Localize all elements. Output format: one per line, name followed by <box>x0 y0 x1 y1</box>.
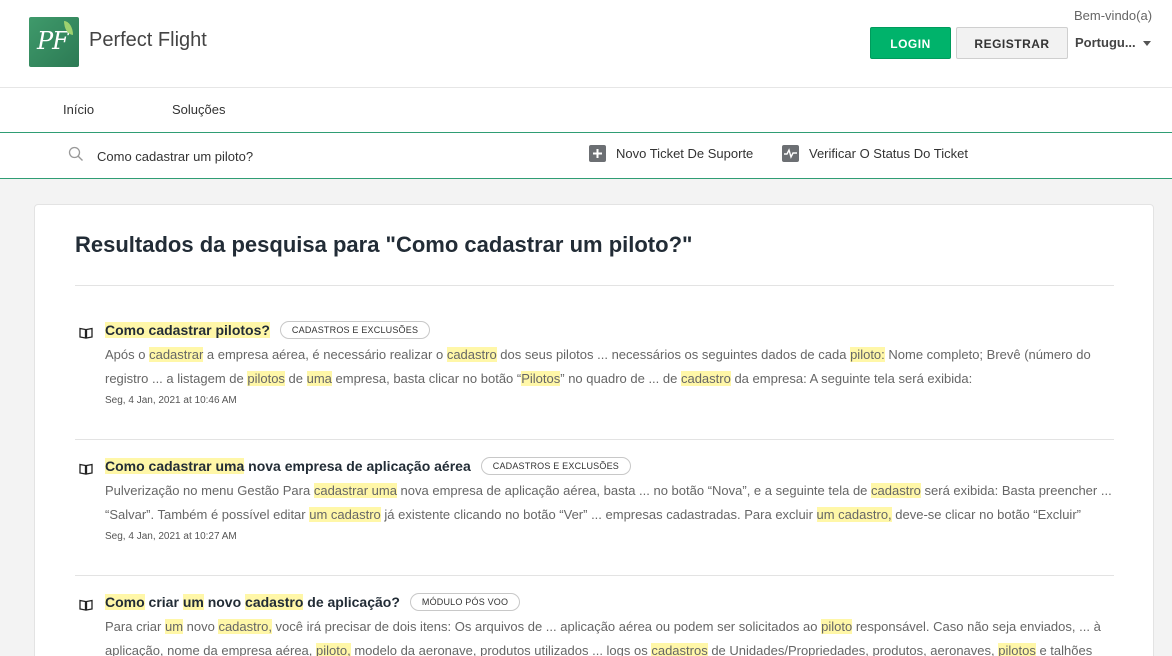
highlighted-term: cadastro <box>680 371 731 386</box>
text-segment: de aplicação? <box>303 594 400 610</box>
text-segment: modelo da aeronave, produtos utilizados … <box>350 643 652 656</box>
highlighted-term: um <box>182 594 204 610</box>
main-nav: Início Soluções <box>0 88 1172 133</box>
nav-item-inicio[interactable]: Início <box>63 102 94 117</box>
text-segment: nova empresa de aplicação aérea, basta .… <box>396 483 872 498</box>
pulse-icon <box>782 145 799 162</box>
nav-item-solucoes[interactable]: Soluções <box>172 102 225 117</box>
login-button[interactable]: LOGIN <box>870 27 951 59</box>
text-segment: Para criar <box>105 619 165 634</box>
category-tag[interactable]: Módulo pós voo <box>409 593 521 611</box>
highlighted-term: Como <box>105 594 145 610</box>
divider <box>75 285 1114 286</box>
result-title[interactable]: Como cadastrar uma nova empresa de aplic… <box>105 458 471 474</box>
logo-text: PF <box>37 27 69 55</box>
text-segment: você irá precisar de dois itens: Os arqu… <box>271 619 822 634</box>
welcome-text: Bem-vindo(a) <box>1074 8 1153 23</box>
text-segment: deve-se clicar no botão “Excluir” <box>891 507 1081 522</box>
highlighted-term: um cadastro <box>309 507 381 522</box>
text-segment: ” no quadro de ... de <box>560 371 681 386</box>
text-segment: a empresa aérea, é necessário realizar o <box>203 347 447 362</box>
logo[interactable]: PF <box>29 17 79 67</box>
brand-name[interactable]: Perfect Flight <box>89 29 207 52</box>
divider <box>75 575 1114 576</box>
text-segment: de <box>284 371 307 386</box>
text-segment: e talhões <box>1035 643 1093 656</box>
highlighted-term: cadastro <box>446 347 497 362</box>
highlighted-term: pilotos <box>247 371 285 386</box>
result-snippet: Após o cadastrar a empresa aérea, é nece… <box>105 343 1115 391</box>
results-title: Resultados da pesquisa para "Como cadast… <box>75 232 693 257</box>
check-status-label: Verificar O Status Do Ticket <box>809 146 968 161</box>
category-tag[interactable]: Cadastros e exclusões <box>279 321 431 339</box>
category-tag[interactable]: Cadastros e exclusões <box>480 457 631 475</box>
result-date: Seg, 4 Jan, 2021 at 10:46 AM <box>105 395 237 406</box>
search-icon <box>68 146 83 161</box>
text-segment: criar <box>144 594 183 610</box>
highlighted-term: piloto <box>821 619 853 634</box>
text-segment: Pulverização no menu Gestão Para <box>105 483 314 498</box>
highlighted-term: Pilotos <box>521 371 561 386</box>
search-input[interactable] <box>97 145 537 167</box>
highlighted-term: um cadastro, <box>816 507 892 522</box>
highlighted-term: cadastro <box>245 594 304 610</box>
highlighted-term: pilotos <box>998 643 1036 656</box>
results-card: Resultados da pesquisa para "Como cadast… <box>34 204 1154 656</box>
language-selector[interactable]: Portugu... <box>1075 35 1136 50</box>
text-segment: dos seus pilotos ... necessários os segu… <box>496 347 851 362</box>
book-icon <box>79 463 93 475</box>
text-segment: já existente clicando no botão “Ver” ...… <box>380 507 817 522</box>
highlighted-term: cadastro <box>871 483 921 498</box>
text-segment: novo <box>183 619 219 634</box>
new-ticket-link[interactable]: Novo Ticket De Suporte <box>589 145 753 162</box>
text-segment: Após o <box>105 347 150 362</box>
text-segment: da empresa: A seguinte tela será exibida… <box>730 371 973 386</box>
search-bar: Novo Ticket De Suporte Verificar O Statu… <box>0 133 1172 179</box>
register-button[interactable]: REGISTRAR <box>956 27 1068 59</box>
text-segment: de Unidades/Propriedades, produtos, aero… <box>707 643 999 656</box>
highlighted-term: piloto: <box>850 347 885 362</box>
header: PF Perfect Flight Bem-vindo(a) LOGIN REG… <box>0 0 1172 88</box>
new-ticket-label: Novo Ticket De Suporte <box>616 146 754 161</box>
highlighted-term: cadastros <box>651 643 708 656</box>
highlighted-term: cadastro, <box>218 619 272 634</box>
highlighted-term: uma <box>306 371 332 386</box>
text-segment: novo <box>203 594 246 610</box>
highlighted-term: Como cadastrar pilotos? <box>105 322 270 338</box>
highlighted-term: Como cadastrar uma <box>105 458 245 474</box>
result-title[interactable]: Como criar um novo cadastro de aplicação… <box>105 594 400 610</box>
text-segment: nova empresa de aplicação aérea <box>244 458 471 474</box>
highlighted-term: piloto, <box>316 643 351 656</box>
divider <box>75 439 1114 440</box>
check-status-link[interactable]: Verificar O Status Do Ticket <box>782 145 968 162</box>
chevron-down-icon[interactable] <box>1143 41 1151 46</box>
book-icon <box>79 599 93 611</box>
book-icon <box>79 327 93 339</box>
highlighted-term: cadastrar uma <box>313 483 397 498</box>
highlighted-term: cadastrar <box>149 347 204 362</box>
plus-icon <box>589 145 606 162</box>
highlighted-term: um <box>164 619 184 634</box>
result-snippet: Para criar um novo cadastro, você irá pr… <box>105 615 1115 656</box>
result-date: Seg, 4 Jan, 2021 at 10:27 AM <box>105 531 237 542</box>
result-title[interactable]: Como cadastrar pilotos? <box>105 322 270 338</box>
result-snippet: Pulverização no menu Gestão Para cadastr… <box>105 479 1115 527</box>
text-segment: empresa, basta clicar no botão “ <box>331 371 522 386</box>
